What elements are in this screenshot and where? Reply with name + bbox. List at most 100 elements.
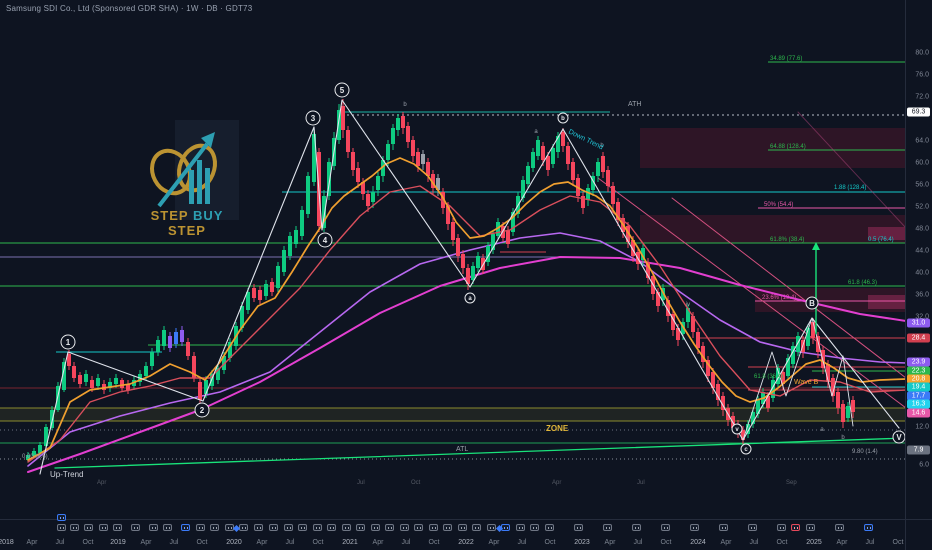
chart-annotation: Up-Trend [50,470,84,479]
price-level-label: 34.89 (77.6) [770,56,802,62]
earnings-icon[interactable] [400,524,409,531]
time-label: Apr [26,539,38,546]
earnings-icon[interactable] [690,524,699,531]
symbol-title[interactable]: Samsung SDI Co., Ltd (Sponsored GDR SHA)… [6,4,252,13]
earnings-icon[interactable] [84,524,93,531]
earnings-icon[interactable] [864,524,873,531]
tradingview-chart-window: 34.89 (77.6) 64.88 (128.4) 50% (54.4) 61.8%… [0,0,932,550]
candle-body [531,152,535,168]
earnings-icon[interactable] [385,524,394,531]
price-tick: 48.0 [915,225,929,233]
earnings-icon[interactable] [472,524,481,531]
earnings-icon[interactable] [70,524,79,531]
earnings-icon[interactable] [414,524,423,531]
candle-body [341,106,345,130]
candle-body [90,380,94,388]
earnings-icon[interactable] [254,524,263,531]
earnings-icon[interactable] [356,524,365,531]
candle-body [371,192,375,202]
earnings-icon[interactable] [632,524,641,531]
minor-wave-label: a [534,129,538,135]
time-label: Jul [285,539,295,546]
earnings-icon[interactable] [516,524,525,531]
price-tick: 64.0 [915,137,929,145]
earnings-icon[interactable] [163,524,172,531]
chart-canvas[interactable]: 34.89 (77.6) 64.88 (128.4) 50% (54.4) 61.8%… [0,0,906,520]
earnings-icon[interactable] [545,524,554,531]
time-label: Oct [312,539,324,546]
earnings-icon[interactable] [269,524,278,531]
time-label: Apr [140,539,152,546]
earnings-icon[interactable] [748,524,757,531]
earnings-icon[interactable] [342,524,351,531]
earnings-icon[interactable] [313,524,322,531]
candle-body [72,366,76,378]
candle-body [571,162,575,180]
candle-body [846,406,850,418]
candle-body [120,380,124,388]
price-axis[interactable]: 80.0 76.0 72.0 64.0 60.0 56.0 52.0 48.0 44.0 40.0… [905,0,932,520]
chart-annotation: Sep [786,480,797,486]
earnings-icon[interactable] [284,524,293,531]
earnings-icon[interactable] [99,524,108,531]
earnings-icon[interactable] [603,524,612,531]
earnings-icon[interactable] [57,524,66,531]
supply-demand-zone [0,408,906,421]
candle-body [300,210,304,236]
earnings-icon[interactable] [239,524,248,531]
chart-annotation: Wave B [794,379,819,386]
earnings-icon[interactable] [210,524,219,531]
candle-body [258,290,262,300]
earnings-icon[interactable] [806,524,815,531]
chart-annotation: 9.80 (1.4) [852,449,878,455]
candle-body [376,176,380,190]
earnings-icon[interactable] [791,524,800,531]
minor-wave-label: iv [686,302,690,308]
earnings-icon[interactable] [181,524,190,531]
earnings-icon[interactable] [149,524,158,531]
earnings-icon[interactable] [835,524,844,531]
time-label: Jul [55,539,65,546]
price-tick: 76.0 [915,71,929,79]
candle-body [156,340,160,352]
earnings-icon[interactable] [131,524,140,531]
earnings-icon[interactable] [196,524,205,531]
earnings-icon[interactable] [327,524,336,531]
earnings-icon[interactable] [487,524,496,531]
price-chip: 7.9 [907,445,930,455]
price-level-label: 61.8% (38.4) [770,237,804,243]
candle-body [606,170,610,186]
candle-body [162,330,166,346]
time-label: Oct [660,539,672,546]
time-label: 2018 [0,539,14,546]
earnings-icon[interactable] [57,514,66,521]
earnings-icon[interactable] [777,524,786,531]
chart-annotation: 61.8 (46.3) [848,280,877,286]
candle-body [696,332,700,348]
time-label: Oct [892,539,904,546]
earnings-icon[interactable] [574,524,583,531]
earnings-icon[interactable] [429,524,438,531]
earnings-icon[interactable] [661,524,670,531]
earnings-icon[interactable] [443,524,452,531]
time-axis[interactable]: 2018 Apr Jul Oct 2019 Apr Jul Oct 2020 Apr Jul Oct 2… [0,514,906,550]
price-tick: 60.0 [915,159,929,167]
time-label: Oct [544,539,556,546]
earnings-icon[interactable] [113,524,122,531]
time-label: Jul [401,539,411,546]
time-label: 2020 [226,539,242,546]
chart-annotation: Jul [357,480,365,486]
wave-label-text: 1 [66,338,71,347]
time-label: Apr [488,539,500,546]
time-label: Jul [169,539,179,546]
earnings-icon[interactable] [719,524,728,531]
candle-body [541,146,545,160]
time-label: 2025 [806,539,822,546]
time-label: Oct [82,539,94,546]
candle-body [351,152,355,170]
earnings-icon[interactable] [458,524,467,531]
wave-label-text: 4 [323,236,328,245]
earnings-icon[interactable] [530,524,539,531]
earnings-icon[interactable] [298,524,307,531]
earnings-icon[interactable] [371,524,380,531]
